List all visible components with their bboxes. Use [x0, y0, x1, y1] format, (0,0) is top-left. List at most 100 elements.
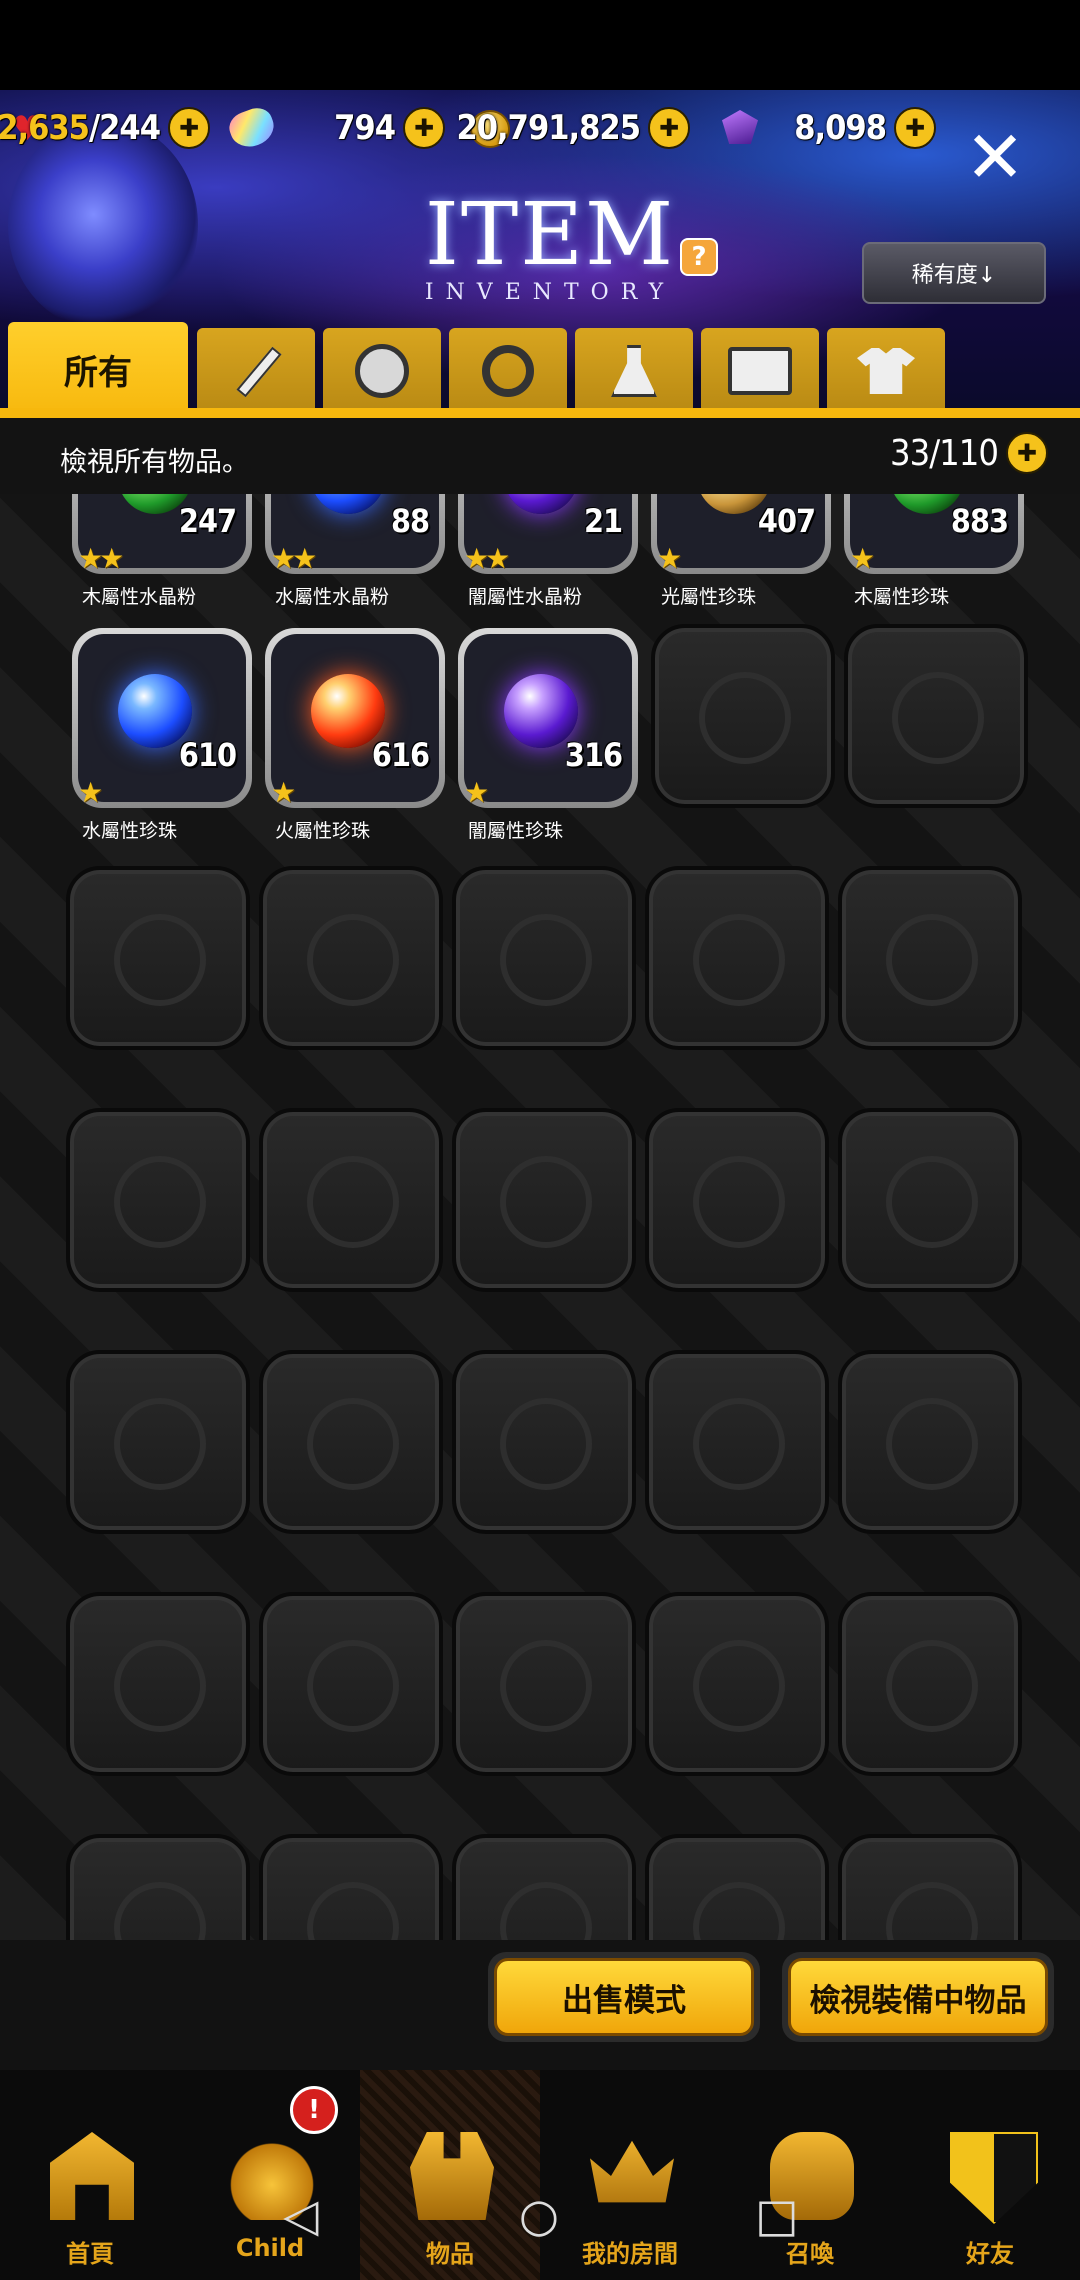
empty-slot-emblem-icon [259, 1834, 443, 1940]
close-icon[interactable]: ✕ [962, 121, 1028, 193]
help-icon[interactable]: ? [680, 238, 718, 276]
status-bar [0, 0, 1080, 90]
empty-slot-emblem-icon [651, 624, 835, 808]
inventory-item[interactable]: 407 ★ 光屬性珍珠 [651, 494, 831, 608]
item-name: 木屬性水晶粉 [82, 586, 197, 608]
empty-slot-emblem-icon [452, 1350, 636, 1534]
empty-slot-emblem-icon [645, 1592, 829, 1776]
flask-icon [611, 345, 657, 397]
tab-all[interactable]: 所有 [8, 322, 188, 416]
items-icon [410, 2132, 494, 2220]
empty-slot[interactable] [838, 1592, 1022, 1776]
home-circle-icon[interactable]: ○ [514, 2190, 564, 2240]
inventory-item[interactable]: 883 ★ 木屬性珍珠 [844, 494, 1024, 608]
empty-slot[interactable] [651, 624, 835, 808]
nav-label: 首頁 [66, 2240, 114, 2268]
tab-armor[interactable] [323, 328, 441, 414]
inventory-item[interactable]: 610 ★ 水屬性珍珠 [72, 628, 252, 842]
empty-slot[interactable] [66, 866, 250, 1050]
empty-slot-emblem-icon [645, 1350, 829, 1534]
action-bar: 出售模式 檢視裝備中物品 [0, 1940, 1080, 2070]
tab-costumes[interactable] [827, 328, 945, 414]
empty-slot[interactable] [452, 866, 636, 1050]
nav-my-room[interactable]: 我的房間 [540, 2070, 720, 2280]
empty-slot[interactable] [452, 1108, 636, 1292]
empty-slot[interactable] [838, 866, 1022, 1050]
empty-slot[interactable] [838, 1834, 1022, 1940]
empty-slot[interactable] [259, 1834, 443, 1940]
back-icon[interactable]: ◁ [276, 2190, 326, 2240]
empty-slot-emblem-icon [838, 866, 1022, 1050]
capacity-value: 33/110 [890, 432, 999, 474]
inventory-item[interactable]: 88 ★★ 水屬性水晶粉 [265, 494, 445, 608]
tab-materials[interactable] [575, 328, 693, 414]
rarity-stars: ★ [78, 776, 103, 809]
empty-slot-emblem-icon [452, 1834, 636, 1940]
card-icon [728, 347, 792, 395]
nav-label: 物品 [426, 2240, 474, 2268]
nav-home[interactable]: 首頁 [0, 2070, 180, 2280]
sell-mode-button[interactable]: 出售模式 [488, 1952, 760, 2042]
stamina-max: /244 [88, 108, 161, 148]
inventory-item[interactable]: 247 ★★ 木屬性水晶粉 [72, 494, 252, 608]
empty-slot[interactable] [838, 1108, 1022, 1292]
expand-capacity-button[interactable] [1005, 432, 1048, 474]
tab-cards[interactable] [701, 328, 819, 414]
item-count: 407 [757, 502, 816, 540]
gold-value: 20,791,825 [456, 108, 641, 148]
empty-slot-emblem-icon [66, 1108, 250, 1292]
empty-slot[interactable] [645, 1592, 829, 1776]
empty-slot[interactable] [838, 1350, 1022, 1534]
empty-slot-emblem-icon [452, 866, 636, 1050]
add-gold-button[interactable] [648, 107, 690, 149]
sort-rarity-button[interactable]: 稀有度↓ [862, 242, 1046, 304]
stamina-resource: 2,635/244 [0, 100, 210, 156]
empty-slot[interactable] [259, 1592, 443, 1776]
inventory-item[interactable]: 21 ★★ 闇屬性水晶粉 [458, 494, 638, 608]
empty-slot-emblem-icon [452, 1592, 636, 1776]
rainbow-gem-icon [225, 103, 279, 153]
empty-slot[interactable] [645, 1834, 829, 1940]
inventory-capacity: 33/110 [890, 432, 1048, 474]
empty-slot[interactable] [452, 1834, 636, 1940]
empty-slot[interactable] [259, 1108, 443, 1292]
empty-slot[interactable] [66, 1592, 250, 1776]
view-equipped-button[interactable]: 檢視裝備中物品 [782, 1952, 1054, 2042]
empty-slot-emblem-icon [66, 1592, 250, 1776]
nav-items[interactable]: 物品 [360, 2070, 540, 2280]
item-name: 水屬性珍珠 [82, 820, 178, 842]
gems-resource: 794 [290, 100, 445, 156]
recents-icon[interactable]: □ [752, 2190, 802, 2240]
stamina-current: 2,635 [0, 108, 90, 148]
add-gems-button[interactable] [403, 107, 445, 149]
rarity-stars: ★ [271, 776, 296, 809]
empty-slot-emblem-icon [452, 1108, 636, 1292]
inventory-item[interactable]: 616 ★ 火屬性珍珠 [265, 628, 445, 842]
empty-slot[interactable] [66, 1834, 250, 1940]
page-subtitle: INVENTORY [424, 280, 676, 305]
empty-slot[interactable] [259, 866, 443, 1050]
empty-slot[interactable] [259, 1350, 443, 1534]
rarity-stars: ★★ [464, 542, 510, 575]
inventory-item[interactable]: 316 ★ 闇屬性珍珠 [458, 628, 638, 842]
empty-slot[interactable] [645, 1108, 829, 1292]
empty-slot[interactable] [645, 1350, 829, 1534]
empty-slot[interactable] [66, 1350, 250, 1534]
tab-weapons[interactable] [197, 328, 315, 414]
tab-all-label: 所有 [64, 352, 132, 393]
tab-underline [0, 408, 1080, 418]
nav-summon[interactable]: 召喚 [720, 2070, 900, 2280]
empty-slot[interactable] [452, 1592, 636, 1776]
empty-slot[interactable] [645, 866, 829, 1050]
empty-slot[interactable] [452, 1350, 636, 1534]
empty-slot-emblem-icon [66, 866, 250, 1050]
empty-slot[interactable] [66, 1108, 250, 1292]
add-stamina-button[interactable] [168, 107, 210, 149]
tab-accessories[interactable] [449, 328, 567, 414]
home-icon [50, 2132, 134, 2220]
add-crystals-button[interactable] [894, 107, 936, 149]
water-crystal-powder-icon [311, 494, 385, 514]
empty-slot-emblem-icon [645, 1108, 829, 1292]
empty-slot[interactable] [844, 624, 1028, 808]
nav-friends[interactable]: 好友 [900, 2070, 1080, 2280]
